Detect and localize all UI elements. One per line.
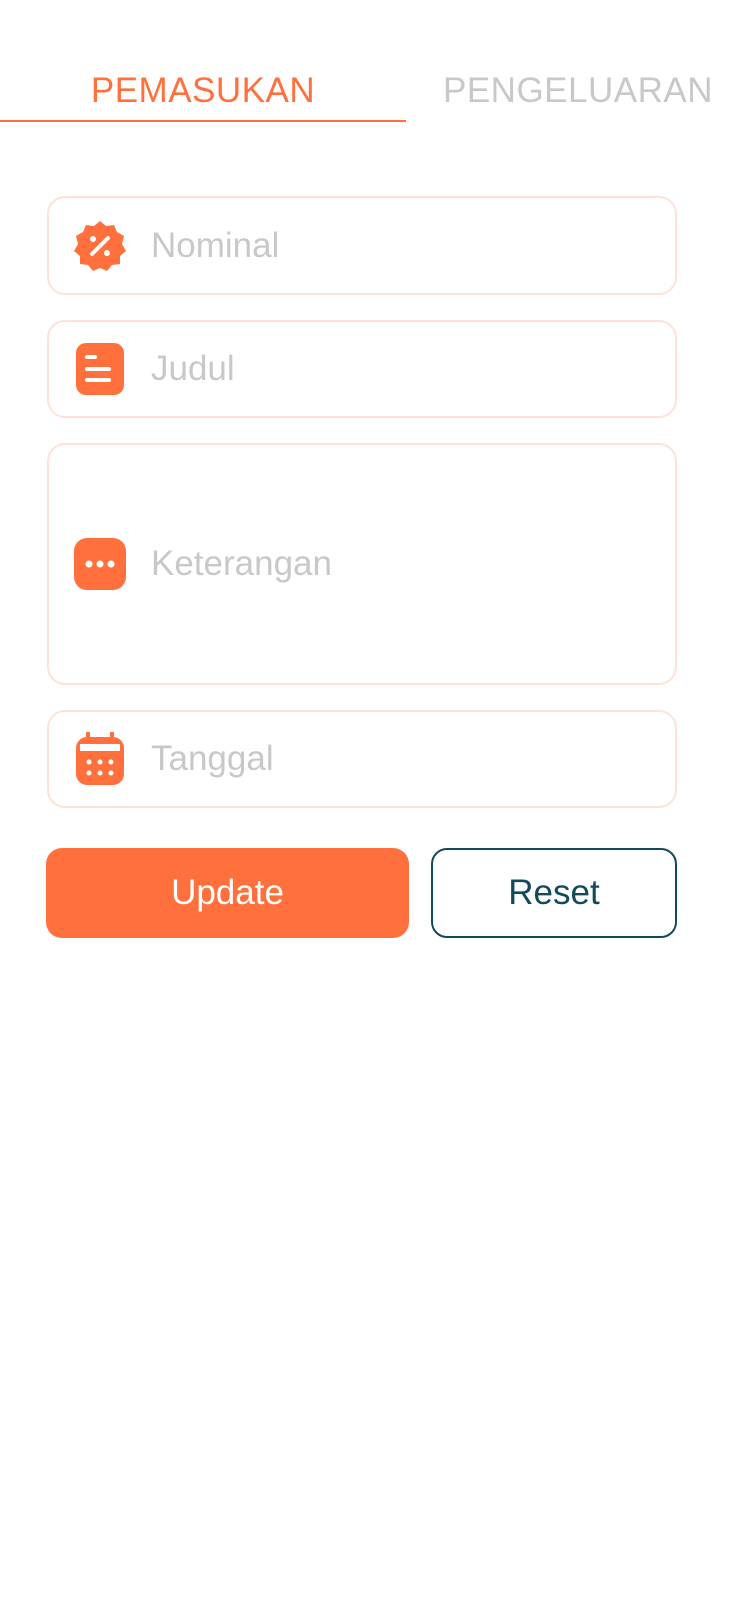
more-dots-icon — [73, 537, 127, 591]
update-button[interactable]: Update — [46, 848, 409, 938]
keterangan-input[interactable] — [149, 543, 655, 585]
keterangan-field[interactable] — [47, 443, 677, 685]
active-tab-indicator — [0, 120, 406, 122]
judul-input[interactable] — [149, 348, 655, 390]
calendar-icon — [73, 732, 127, 786]
document-icon — [73, 342, 127, 396]
discount-badge-icon — [73, 219, 127, 273]
tab-pemasukan[interactable]: PEMASUKAN — [0, 66, 406, 116]
nominal-field[interactable] — [47, 196, 677, 295]
reset-button[interactable]: Reset — [431, 848, 677, 938]
tanggal-field[interactable] — [47, 710, 677, 808]
nominal-input[interactable] — [149, 224, 655, 267]
tab-pengeluaran[interactable]: PENGELUARAN — [406, 66, 750, 116]
judul-field[interactable] — [47, 320, 677, 418]
tanggal-input[interactable] — [149, 738, 655, 780]
